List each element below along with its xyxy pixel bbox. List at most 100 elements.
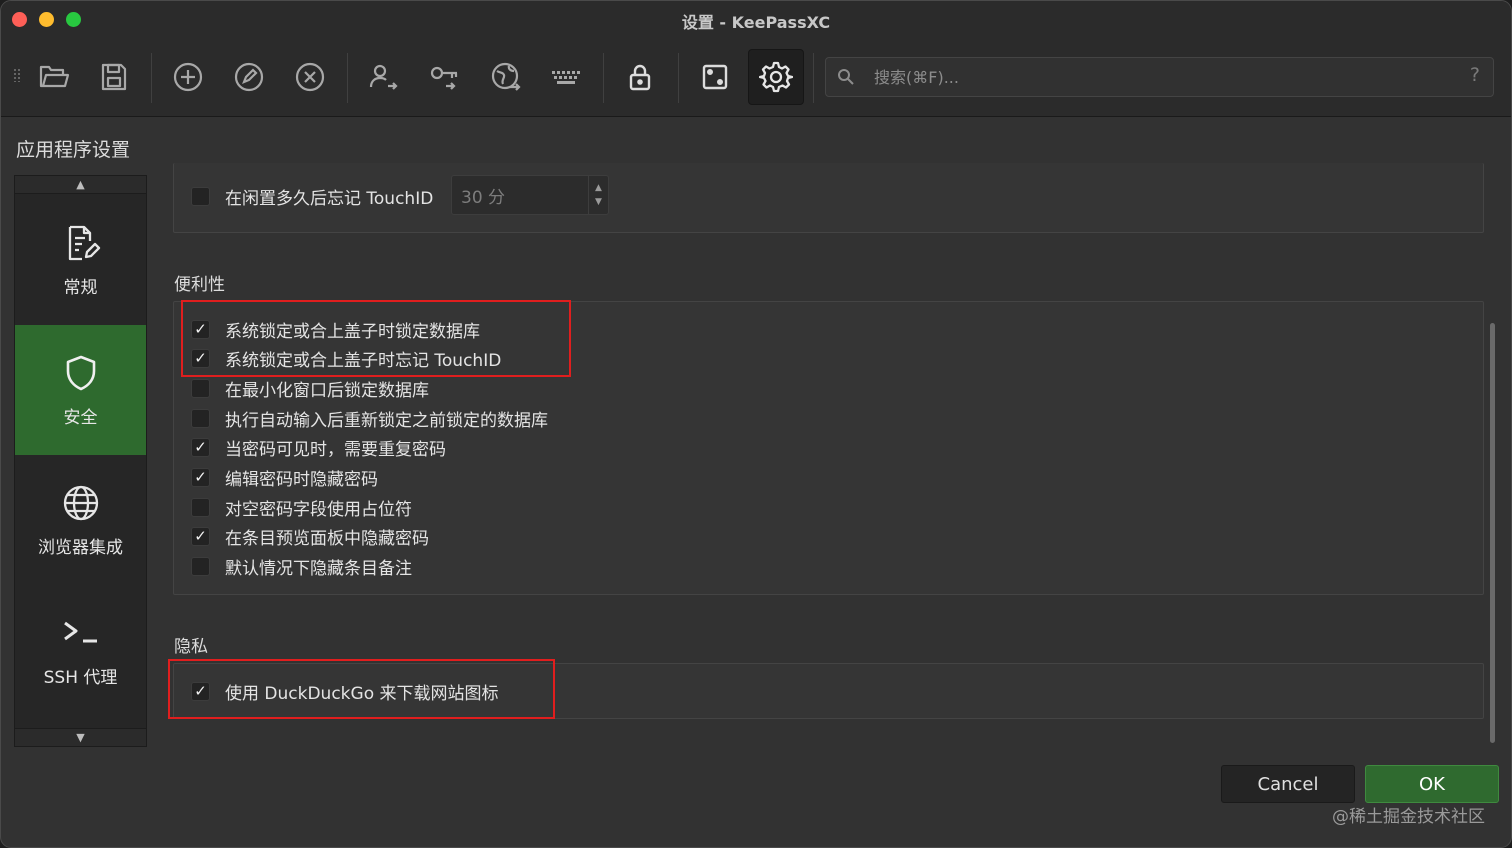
sidebar-scroll-down-button[interactable]: ▼ bbox=[15, 728, 146, 746]
sidebar-item-general[interactable]: 常规 bbox=[15, 195, 146, 325]
checkmark-icon: ✓ bbox=[194, 349, 207, 368]
option-checkbox[interactable]: ✓ bbox=[191, 468, 210, 487]
sidebar-scroll-up-button[interactable]: ▲ bbox=[15, 176, 146, 194]
document-edit-icon bbox=[68, 225, 100, 260]
option-label: 默认情况下隐藏条目备注 bbox=[225, 559, 412, 580]
checkmark-icon: ✓ bbox=[194, 319, 207, 338]
auto-type-button[interactable] bbox=[540, 51, 592, 103]
toolbar-separator bbox=[813, 53, 814, 103]
option-label: 执行自动输入后重新锁定之前锁定的数据库 bbox=[225, 410, 548, 431]
save-database-button[interactable] bbox=[88, 51, 140, 103]
touchid-timeout-input[interactable] bbox=[461, 182, 581, 208]
settings-sidebar: ▲ 常规 安全 浏览器集成 SSH 代理 ▼ bbox=[14, 175, 147, 747]
spin-up-icon[interactable]: ▲ bbox=[595, 181, 602, 195]
toolbar-separator bbox=[603, 53, 604, 103]
checkmark-icon: ✓ bbox=[194, 527, 207, 546]
copy-password-button[interactable] bbox=[419, 51, 471, 103]
delete-entry-button[interactable] bbox=[284, 51, 336, 103]
sidebar-item-label: 常规 bbox=[63, 277, 98, 298]
spin-down-icon[interactable]: ▼ bbox=[595, 195, 602, 209]
touchid-timeout-option[interactable]: 在闲置多久后忘记 TouchID bbox=[191, 184, 434, 209]
toolbar-grip-handle[interactable] bbox=[13, 68, 21, 82]
search-icon bbox=[838, 69, 854, 85]
option-row[interactable]: 在最小化窗口后锁定数据库 bbox=[191, 376, 429, 401]
keyboard-icon bbox=[552, 71, 580, 84]
option-checkbox[interactable]: ✓ bbox=[191, 438, 210, 458]
ok-button[interactable]: OK bbox=[1365, 765, 1499, 803]
shield-icon bbox=[66, 355, 95, 390]
sidebar-item-label: 安全 bbox=[63, 407, 98, 428]
touchid-timeout-checkbox[interactable] bbox=[191, 186, 210, 206]
option-checkbox[interactable]: ✓ bbox=[191, 319, 210, 339]
option-row[interactable]: 执行自动输入后重新锁定之前锁定的数据库 bbox=[191, 406, 548, 431]
option-label: 在最小化窗口后锁定数据库 bbox=[225, 380, 429, 401]
checkmark-icon: ✓ bbox=[194, 468, 207, 486]
section-title-convenience: 便利性 bbox=[174, 275, 225, 295]
option-checkbox[interactable] bbox=[191, 378, 210, 398]
sidebar-item-security[interactable]: 安全 bbox=[15, 325, 146, 455]
option-checkbox[interactable] bbox=[191, 408, 210, 428]
option-checkbox[interactable]: ✓ bbox=[191, 681, 210, 701]
settings-window: 设置 - KeePassXC 搜索(⌘F)... ? 应用程序设置 ▲ 常规 安… bbox=[0, 0, 1512, 848]
checkmark-icon: ✓ bbox=[194, 438, 207, 457]
option-label: 使用 DuckDuckGo 来下载网站图标 bbox=[225, 683, 499, 704]
search-box[interactable]: ? bbox=[825, 57, 1494, 97]
sidebar-item-label: 浏览器集成 bbox=[38, 537, 123, 558]
lock-database-button[interactable] bbox=[614, 51, 666, 103]
option-checkbox[interactable]: ✓ bbox=[191, 349, 210, 369]
option-row[interactable]: 对空密码字段使用占位符 bbox=[191, 495, 412, 520]
terminal-icon bbox=[63, 621, 97, 642]
dice-icon bbox=[702, 64, 728, 90]
toolbar-separator bbox=[678, 53, 679, 103]
help-icon[interactable]: ? bbox=[1470, 64, 1480, 86]
edit-circle-icon bbox=[234, 62, 264, 92]
toolbar: 设置 - KeePassXC 搜索(⌘F)... ? bbox=[1, 1, 1511, 117]
option-row[interactable]: ✓ 当密码可见时，需要重复密码 bbox=[191, 436, 446, 460]
open-database-button[interactable] bbox=[28, 51, 80, 103]
option-row[interactable]: ✓ 在条目预览面板中隐藏密码 bbox=[191, 525, 429, 549]
search-input[interactable] bbox=[874, 63, 1434, 91]
watermark: @稀土掘金技术社区 bbox=[1332, 807, 1485, 827]
toolbar-separator bbox=[151, 53, 152, 103]
option-label: 编辑密码时隐藏密码 bbox=[225, 470, 378, 490]
option-label: 当密码可见时，需要重复密码 bbox=[225, 440, 446, 461]
globe-icon bbox=[63, 485, 98, 520]
settings-button[interactable] bbox=[748, 49, 804, 105]
sidebar-item-ssh-agent[interactable]: SSH 代理 bbox=[15, 585, 146, 715]
globe-arrow-icon bbox=[491, 62, 521, 91]
edit-entry-button[interactable] bbox=[223, 51, 275, 103]
toolbar-separator bbox=[347, 53, 348, 103]
option-row[interactable]: 默认情况下隐藏条目备注 bbox=[191, 555, 412, 579]
touchid-timeout-spinbox[interactable]: ▲▼ bbox=[451, 175, 609, 215]
content-scrollbar[interactable] bbox=[1490, 323, 1495, 743]
save-icon bbox=[101, 63, 127, 91]
folder-open-icon bbox=[39, 65, 70, 88]
open-url-button[interactable] bbox=[480, 51, 532, 103]
x-circle-icon bbox=[295, 62, 325, 92]
option-checkbox[interactable] bbox=[191, 497, 210, 517]
option-label: 在条目预览面板中隐藏密码 bbox=[225, 529, 429, 550]
option-label: 对空密码字段使用占位符 bbox=[225, 499, 412, 520]
lock-icon bbox=[629, 64, 651, 91]
cancel-button[interactable]: Cancel bbox=[1221, 765, 1355, 803]
touchid-timeout-label: 在闲置多久后忘记 TouchID bbox=[225, 188, 434, 209]
sidebar-item-browser-integration[interactable]: 浏览器集成 bbox=[15, 455, 146, 585]
option-checkbox[interactable] bbox=[191, 557, 210, 577]
password-generator-button[interactable] bbox=[689, 51, 741, 103]
option-label: 系统锁定或合上盖子时忘记 TouchID bbox=[225, 351, 502, 372]
option-row[interactable]: ✓ 系统锁定或合上盖子时忘记 TouchID bbox=[191, 347, 501, 371]
option-checkbox[interactable]: ✓ bbox=[191, 527, 210, 547]
option-label: 系统锁定或合上盖子时锁定数据库 bbox=[225, 321, 480, 342]
add-entry-button[interactable] bbox=[162, 51, 214, 103]
option-row[interactable]: ✓ 系统锁定或合上盖子时锁定数据库 bbox=[191, 317, 480, 342]
option-row[interactable]: ✓ 使用 DuckDuckGo 来下载网站图标 bbox=[191, 679, 499, 704]
page-title: 应用程序设置 bbox=[16, 139, 131, 161]
window-title: 设置 - KeePassXC bbox=[681, 13, 831, 32]
checkmark-icon: ✓ bbox=[194, 681, 207, 700]
spinbox-arrows[interactable]: ▲ ▼ bbox=[588, 176, 608, 214]
gear-icon bbox=[759, 61, 793, 93]
copy-username-button[interactable] bbox=[357, 51, 409, 103]
section-title-privacy: 隐私 bbox=[174, 637, 208, 657]
key-icon bbox=[430, 66, 458, 90]
option-row[interactable]: ✓ 编辑密码时隐藏密码 bbox=[191, 466, 378, 490]
